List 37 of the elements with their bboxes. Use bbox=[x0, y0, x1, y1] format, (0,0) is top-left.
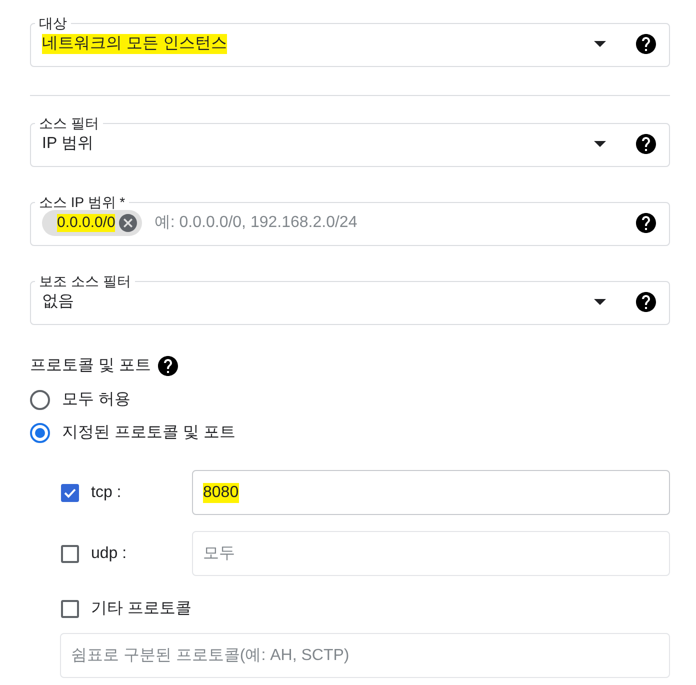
checkbox[interactable] bbox=[61, 600, 79, 618]
section-title: 프로토콜 및 포트 bbox=[30, 356, 151, 376]
caret-icon[interactable] bbox=[594, 141, 606, 147]
placeholder-text: 쉼표로 구분된 프로토콜(예: AH, SCTP) bbox=[71, 646, 350, 666]
radio-button[interactable] bbox=[30, 422, 50, 442]
checkbox-label: tcp : bbox=[91, 482, 122, 502]
input-field[interactable]: 쉼표로 구분된 프로토콜(예: AH, SCTP) bbox=[60, 633, 670, 678]
help-icon[interactable] bbox=[636, 292, 656, 312]
chip-text: 0.0.0.0/0 bbox=[57, 214, 116, 232]
caret-icon[interactable] bbox=[594, 299, 606, 305]
radio-label: 모두 허용 bbox=[62, 390, 130, 410]
help-icon[interactable] bbox=[636, 34, 656, 54]
input-field[interactable]: 모두 bbox=[192, 531, 670, 576]
caret-icon[interactable] bbox=[594, 41, 606, 47]
radio-button[interactable] bbox=[30, 390, 50, 410]
help-icon[interactable] bbox=[636, 213, 656, 233]
checkbox-label: udp : bbox=[91, 544, 127, 564]
ip-range-chip[interactable]: 0.0.0.0/0 bbox=[42, 210, 142, 236]
remove-icon[interactable] bbox=[119, 214, 138, 232]
placeholder-text: 예: 0.0.0.0/0, 192.168.2.0/24 bbox=[154, 213, 358, 233]
input-field[interactable]: 8080 bbox=[192, 470, 670, 515]
field-label: 대상 bbox=[38, 14, 68, 32]
radio-label: 지정된 프로토콜 및 포트 bbox=[62, 422, 236, 442]
field-label: 소스 필터 bbox=[38, 114, 100, 132]
select-value: IP 범위 bbox=[42, 134, 94, 154]
input-value: 8080 bbox=[203, 482, 239, 502]
field-label: 보조 소스 필터 bbox=[38, 272, 132, 290]
checkbox[interactable] bbox=[61, 484, 79, 502]
checkbox[interactable] bbox=[61, 544, 79, 562]
checkmark-icon bbox=[64, 488, 76, 498]
field-label: 소스 IP 범위 * bbox=[38, 193, 126, 211]
help-icon[interactable] bbox=[158, 356, 178, 376]
help-icon[interactable] bbox=[636, 134, 656, 154]
select-value: 네트워크의 모든 인스턴스 bbox=[42, 34, 227, 54]
checkbox-label: 기타 프로토콜 bbox=[91, 599, 192, 619]
select-value: 없음 bbox=[42, 292, 74, 312]
placeholder-text: 모두 bbox=[203, 544, 235, 564]
